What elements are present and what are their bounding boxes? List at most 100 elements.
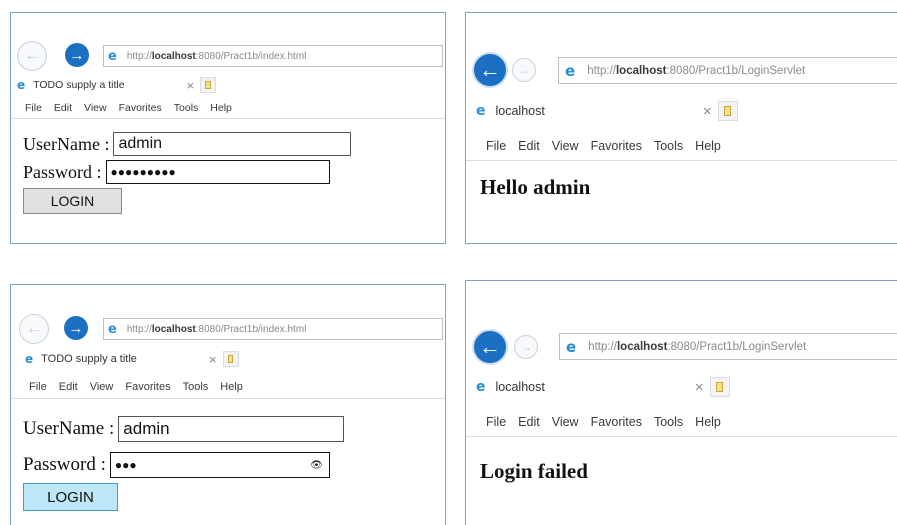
page-icon: e <box>25 352 34 366</box>
tab-close-icon[interactable]: × <box>209 352 217 367</box>
tab-close-icon[interactable]: × <box>703 103 712 120</box>
response-message: Hello admin <box>480 175 591 199</box>
forward-button[interactable]: → <box>514 335 538 359</box>
back-arrow-icon: ← <box>479 334 501 359</box>
new-tab-icon[interactable] <box>709 377 730 397</box>
back-arrow-icon: ← <box>24 47 40 64</box>
password-input[interactable]: ●●●●●●●●● <box>105 160 330 184</box>
tab-title: TODO supply a title <box>41 353 137 365</box>
menu-edit[interactable]: Edit <box>54 102 72 114</box>
tab[interactable]: e localhost × <box>476 101 738 121</box>
tab-close-icon[interactable]: × <box>187 78 195 93</box>
menu-file[interactable]: File <box>29 381 47 393</box>
address-bar[interactable]: e http://localhost:8080/Pract1b/index.ht… <box>103 318 443 340</box>
password-value: ●●●●●●●●● <box>110 165 176 179</box>
menu-help[interactable]: Help <box>695 415 721 429</box>
menu-tools[interactable]: Tools <box>183 381 209 393</box>
menu-view[interactable]: View <box>84 102 107 114</box>
menu-view[interactable]: View <box>552 139 579 153</box>
reveal-password-icon[interactable]: 👁 <box>310 460 323 471</box>
username-label: UserName : <box>23 418 115 439</box>
menu-favorites[interactable]: Favorites <box>125 381 170 393</box>
new-tab-icon[interactable] <box>200 77 217 93</box>
menu-help[interactable]: Help <box>695 139 721 153</box>
password-label: Password : <box>23 161 102 182</box>
username-row: UserName : admin <box>23 132 352 156</box>
tab-title: localhost <box>495 380 545 394</box>
menu-bar: File Edit View Favorites Tools Help <box>466 131 897 161</box>
tab[interactable]: e TODO supply a title × <box>17 77 217 93</box>
login-button[interactable]: LOGIN <box>23 483 118 511</box>
new-tab-icon[interactable] <box>717 101 738 121</box>
back-button[interactable]: ← <box>19 314 49 344</box>
menu-favorites[interactable]: Favorites <box>591 415 642 429</box>
menu-view[interactable]: View <box>552 415 579 429</box>
username-row: UserName : admin <box>23 416 345 442</box>
password-row: Password : ●●●●●●●●● <box>23 160 330 184</box>
response-message: Login failed <box>480 459 588 483</box>
page-icon: e <box>476 379 486 395</box>
back-button[interactable]: ← <box>472 329 508 365</box>
address-bar[interactable]: e http://localhost:8080/Pract1b/LoginSer… <box>558 57 897 84</box>
menu-favorites[interactable]: Favorites <box>119 102 162 114</box>
url-path: :8080/Pract1b/LoginServlet <box>666 64 806 77</box>
username-input[interactable]: admin <box>118 416 345 442</box>
username-value: admin <box>123 419 170 438</box>
menu-edit[interactable]: Edit <box>59 381 78 393</box>
tab-close-icon[interactable]: × <box>695 379 704 396</box>
url-host: localhost <box>151 323 196 335</box>
url-host: localhost <box>615 64 667 77</box>
address-bar[interactable]: e http://localhost:8080/Pract1b/index.ht… <box>103 45 443 67</box>
menu-favorites[interactable]: Favorites <box>591 139 642 153</box>
tab[interactable]: e TODO supply a title × <box>25 351 239 367</box>
url-path: :8080/Pract1b/index.html <box>195 50 307 62</box>
password-row: Password : ●●● 👁 <box>23 452 330 478</box>
url-path: :8080/Pract1b/index.html <box>195 323 307 335</box>
menu-file[interactable]: File <box>486 415 506 429</box>
url-path: :8080/Pract1b/LoginServlet <box>667 340 807 353</box>
forward-button[interactable]: → <box>64 316 88 340</box>
browser-window-login-1: ← → e http://localhost:8080/Pract1b/inde… <box>10 12 446 244</box>
menu-file[interactable]: File <box>486 139 506 153</box>
tab[interactable]: e localhost × <box>476 377 730 397</box>
menu-help[interactable]: Help <box>220 381 243 393</box>
password-input[interactable]: ●●● 👁 <box>109 452 330 478</box>
new-tab-icon[interactable] <box>222 351 239 367</box>
login-button[interactable]: LOGIN <box>23 188 122 214</box>
forward-arrow-icon: → <box>68 319 84 337</box>
menu-tools[interactable]: Tools <box>654 415 683 429</box>
back-arrow-icon: ← <box>479 57 501 82</box>
menu-tools[interactable]: Tools <box>654 139 683 153</box>
menu-file[interactable]: File <box>25 102 42 114</box>
login-button-label: LOGIN <box>47 488 94 506</box>
back-button[interactable]: ← <box>472 52 508 88</box>
address-bar[interactable]: e http://localhost:8080/Pract1b/LoginSer… <box>559 333 897 360</box>
forward-button[interactable]: → <box>65 43 89 67</box>
username-input[interactable]: admin <box>113 132 352 156</box>
url-host: localhost <box>616 340 668 353</box>
menu-bar: File Edit View Favorites Tools Help <box>11 375 445 399</box>
url-prefix: http:// <box>587 64 616 77</box>
menu-bar: File Edit View Favorites Tools Help <box>11 97 445 119</box>
username-value: admin <box>118 135 163 152</box>
menu-view[interactable]: View <box>90 381 114 393</box>
forward-arrow-icon: → <box>69 46 85 64</box>
back-arrow-icon: ← <box>26 320 42 337</box>
password-label: Password : <box>23 454 106 475</box>
forward-button[interactable]: → <box>512 58 536 82</box>
username-label: UserName : <box>23 133 110 154</box>
tab-title: TODO supply a title <box>33 79 125 91</box>
browser-window-result-2: ← → e http://localhost:8080/Pract1b/Logi… <box>465 280 897 525</box>
browser-window-result-1: ← → e http://localhost:8080/Pract1b/Logi… <box>465 12 897 244</box>
menu-edit[interactable]: Edit <box>518 139 540 153</box>
menu-bar: File Edit View Favorites Tools Help <box>466 407 897 437</box>
ie-logo-icon: e <box>565 61 576 80</box>
menu-tools[interactable]: Tools <box>174 102 199 114</box>
back-button[interactable]: ← <box>17 41 47 71</box>
menu-edit[interactable]: Edit <box>518 415 540 429</box>
menu-help[interactable]: Help <box>210 102 232 114</box>
url-prefix: http:// <box>126 50 152 62</box>
url-prefix: http:// <box>588 340 617 353</box>
ie-logo-icon: e <box>108 48 117 64</box>
browser-window-login-2: ← → e http://localhost:8080/Pract1b/inde… <box>10 284 446 525</box>
